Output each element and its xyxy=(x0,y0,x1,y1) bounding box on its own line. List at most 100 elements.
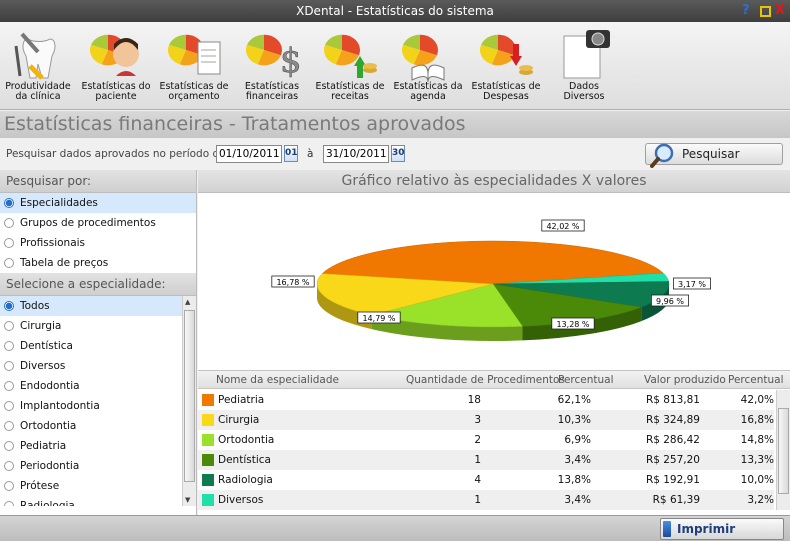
table-row[interactable]: Ortodontia 2 6,9% R$ 286,42 14,8% xyxy=(198,430,774,450)
specialty-option[interactable]: Prótese xyxy=(0,476,196,496)
specialty-option[interactable]: Pediatria xyxy=(0,436,196,456)
cell-name: Diversos xyxy=(218,494,264,506)
radio-button[interactable] xyxy=(4,238,14,248)
search-by-option[interactable]: Profissionais xyxy=(0,233,196,253)
specialty-option[interactable]: Todos xyxy=(0,296,196,316)
cell-percent-value: 42,0% xyxy=(740,394,774,406)
minimize-icon[interactable] xyxy=(760,6,771,17)
table-scrollbar[interactable] xyxy=(776,390,790,510)
radio-button[interactable] xyxy=(4,401,14,411)
cell-percent-value: 14,8% xyxy=(740,434,774,446)
toolbar-button-7[interactable]: Estatísticas de Despesas xyxy=(468,24,544,108)
slice-label-group: 14,79 % xyxy=(357,311,401,324)
radio-button[interactable] xyxy=(4,341,14,351)
scroll-up-icon[interactable]: ▲ xyxy=(185,298,190,306)
cell-value: R$ 257,20 xyxy=(645,454,700,466)
specialty-scrollbar[interactable]: ▲ ▼ xyxy=(182,296,196,506)
toolbar-button-4[interactable]: $ Estatísticas financeiras xyxy=(234,24,310,108)
date-to-input[interactable]: 31/10/2011 xyxy=(323,145,389,163)
cell-percent-quantity: 6,9% xyxy=(564,434,591,446)
table-row[interactable]: Cirurgia 3 10,3% R$ 324,89 16,8% xyxy=(198,410,774,430)
table-scroll-thumb[interactable] xyxy=(778,408,789,494)
color-swatch xyxy=(202,414,214,426)
specialty-option[interactable]: Diversos xyxy=(0,356,196,376)
search-by-option[interactable]: Grupos de procedimentos xyxy=(0,213,196,233)
specialty-option[interactable]: Dentística xyxy=(0,336,196,356)
toolbar-button-8[interactable]: Dados Diversos xyxy=(546,24,622,108)
col-name-header[interactable]: Nome da especialidade xyxy=(216,371,339,389)
date-from-input[interactable]: 01/10/2011 xyxy=(216,145,282,163)
toolbar-button-label: Estatísticas de Despesas xyxy=(471,81,541,102)
radio-button[interactable] xyxy=(4,321,14,331)
stats-toolbar: Produtividade da clínica Estatísticas do … xyxy=(0,22,790,110)
table-row[interactable]: Radiologia 4 13,8% R$ 192,91 10,0% xyxy=(198,470,774,490)
table-row[interactable]: Dentística 1 3,4% R$ 257,20 13,3% xyxy=(198,450,774,470)
cell-quantity: 2 xyxy=(474,434,481,446)
cell-percent-value: 16,8% xyxy=(740,414,774,426)
table-row[interactable]: Pediatria 18 62,1% R$ 813,81 42,0% xyxy=(198,390,774,410)
close-icon[interactable]: X xyxy=(775,3,785,19)
col-qty-header[interactable]: Quantidade de Procedimentos xyxy=(406,371,565,389)
toolbar-button-2[interactable]: Estatísticas do paciente xyxy=(78,24,154,108)
toolbar-button-label: Estatísticas financeiras xyxy=(244,81,300,102)
cell-name: Ortodontia xyxy=(218,434,275,446)
specialty-option[interactable]: Implantodontia xyxy=(0,396,196,416)
radio-button[interactable] xyxy=(4,501,14,506)
help-icon[interactable]: ? xyxy=(742,3,750,19)
scroll-thumb[interactable] xyxy=(184,310,195,482)
window-title: XDental - Estatísticas do sistema xyxy=(296,4,494,18)
specialty-option[interactable]: Cirurgia xyxy=(0,316,196,336)
radio-button[interactable] xyxy=(4,218,14,228)
calendar-to-icon[interactable]: 30 xyxy=(391,145,405,162)
scroll-down-icon[interactable]: ▼ xyxy=(185,496,190,504)
slice-label-group: 9,96 % xyxy=(650,294,689,307)
search-by-option[interactable]: Tabela de preços xyxy=(0,253,196,273)
specialty-option[interactable]: Ortodontia xyxy=(0,416,196,436)
specialty-option-label: Endodontia xyxy=(20,380,80,392)
toolbar-button-1[interactable]: Produtividade da clínica xyxy=(0,24,76,108)
toolbar-button-3[interactable]: Estatísticas de orçamento xyxy=(156,24,232,108)
toolbar-button-5[interactable]: Estatísticas de receitas xyxy=(312,24,388,108)
radio-button[interactable] xyxy=(4,481,14,491)
slice-label-group: 16,78 % xyxy=(271,275,315,288)
cell-percent-value: 3,2% xyxy=(747,494,774,506)
specialty-option-label: Dentística xyxy=(20,340,73,352)
search-by-option[interactable]: Especialidades xyxy=(0,193,196,213)
radio-button[interactable] xyxy=(4,381,14,391)
table-row[interactable]: Diversos 1 3,4% R$ 61,39 3,2% xyxy=(198,490,774,510)
col-pct-qty-header[interactable]: Percentual xyxy=(558,371,614,389)
print-button[interactable]: Imprimir xyxy=(660,518,784,540)
col-pct-value-header[interactable]: Percentual xyxy=(728,371,784,389)
chart-panel: Gráfico relativo às especialidades X val… xyxy=(198,170,790,515)
radio-button[interactable] xyxy=(4,258,14,268)
specialty-option-label: Ortodontia xyxy=(20,420,77,432)
cell-percent-quantity: 10,3% xyxy=(557,414,591,426)
specialty-option-label: Prótese xyxy=(20,480,60,492)
specialty-option-label: Pediatria xyxy=(20,440,67,452)
radio-button[interactable] xyxy=(4,461,14,471)
slice-label: 16,78 % xyxy=(276,278,309,287)
search-button[interactable]: Pesquisar xyxy=(645,143,783,168)
calendar-from-icon[interactable]: 01 xyxy=(284,145,298,162)
pie-chart: 42,02 % 3,17 % 9,96 % 13,28 % 14,79 % 16,78 % xyxy=(271,219,711,341)
color-swatch xyxy=(202,474,214,486)
radio-button[interactable] xyxy=(4,301,14,311)
radio-button[interactable] xyxy=(4,198,14,208)
cell-quantity: 3 xyxy=(474,414,481,426)
toolbar-button-6[interactable]: Estatísticas da agenda xyxy=(390,24,466,108)
col-value-header[interactable]: Valor produzido xyxy=(644,371,726,389)
toolbar-button-label: Estatísticas de receitas xyxy=(315,81,385,102)
search-button-label: Pesquisar xyxy=(682,147,740,161)
specialty-list: Todos Cirurgia Dentística Diversos Endodonti… xyxy=(0,296,196,506)
radio-button[interactable] xyxy=(4,361,14,371)
slice-label-group: 13,28 % xyxy=(551,317,595,330)
pie-agenda-icon xyxy=(402,34,445,82)
cell-value: R$ 286,42 xyxy=(645,434,700,446)
specialty-option-label: Cirurgia xyxy=(20,320,62,332)
radio-button[interactable] xyxy=(4,421,14,431)
specialty-option[interactable]: Radiologia xyxy=(0,496,196,506)
specialty-option[interactable]: Periodontia xyxy=(0,456,196,476)
cell-percent-quantity: 3,4% xyxy=(564,494,591,506)
specialty-option[interactable]: Endodontia xyxy=(0,376,196,396)
radio-button[interactable] xyxy=(4,441,14,451)
